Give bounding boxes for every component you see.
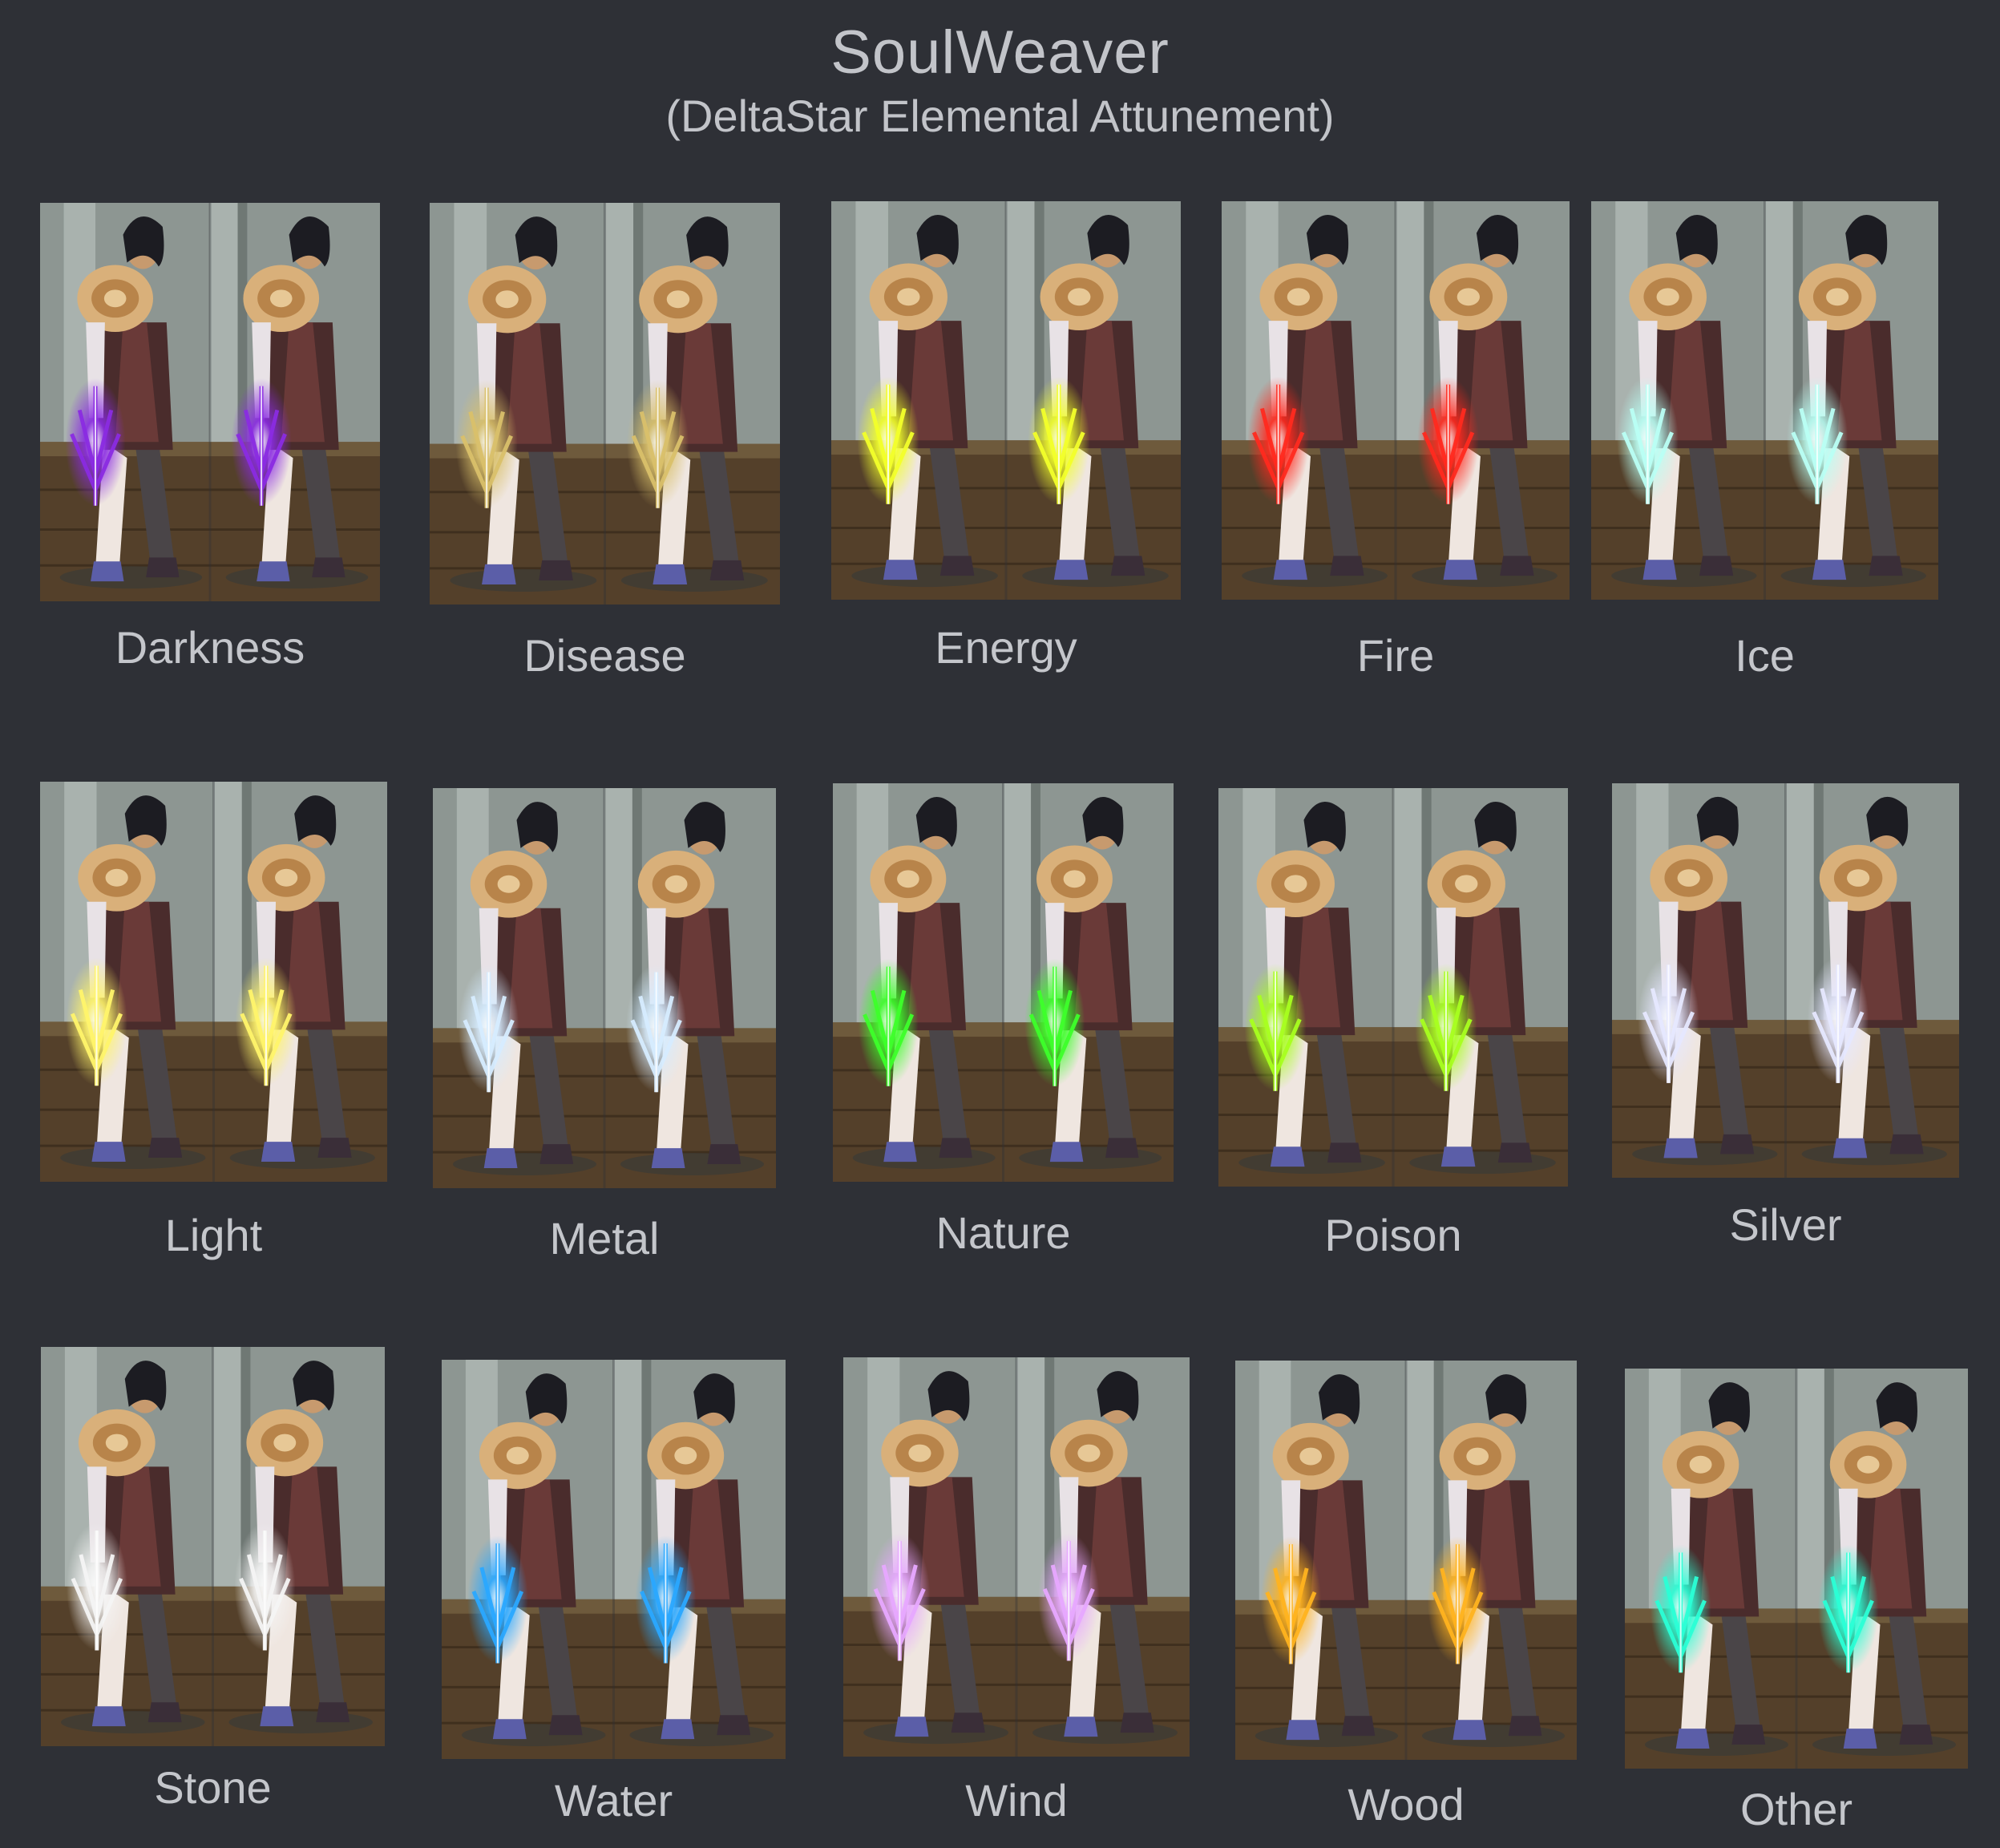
variant-preview-image <box>1612 783 1959 1178</box>
variant-card-ice <box>1591 201 1938 600</box>
variant-card-nature <box>833 783 1174 1182</box>
variant-card-wind <box>843 1357 1190 1757</box>
variant-card-other <box>1625 1369 1968 1769</box>
variant-card-wood <box>1235 1361 1577 1760</box>
variant-card-energy <box>831 201 1181 600</box>
variant-card-darkness <box>40 203 380 601</box>
variant-preview-image <box>843 1357 1190 1757</box>
variant-card-silver <box>1612 783 1959 1178</box>
variant-card-light <box>40 782 387 1182</box>
variant-preview-image <box>1591 201 1938 600</box>
variant-card-disease <box>430 203 780 605</box>
variant-label-silver: Silver <box>1729 1199 1842 1250</box>
variant-preview-image <box>442 1360 786 1759</box>
page-subtitle: (DeltaStar Elemental Attunement) <box>665 91 1335 141</box>
variant-preview-image <box>833 783 1174 1182</box>
variant-preview-image <box>433 788 776 1188</box>
variant-preview-image <box>40 782 387 1182</box>
variant-preview-image <box>1625 1369 1968 1769</box>
variant-preview-image <box>831 201 1181 600</box>
variant-card-fire <box>1222 201 1570 600</box>
variant-card-stone <box>41 1347 385 1746</box>
variant-card-water <box>442 1360 786 1759</box>
variant-card-poison <box>1218 788 1568 1187</box>
variant-preview-image <box>41 1347 385 1746</box>
page-title: SoulWeaver <box>830 18 1170 87</box>
variant-preview-image <box>1222 201 1570 600</box>
variant-label-other: Other <box>1739 1784 1853 1834</box>
variant-preview-image <box>40 203 380 601</box>
variant-preview-image <box>430 203 780 605</box>
variant-label-ice: Ice <box>1735 630 1795 681</box>
variant-preview-image <box>1235 1361 1577 1760</box>
variant-card-metal <box>433 788 776 1188</box>
variant-preview-image <box>1218 788 1568 1187</box>
